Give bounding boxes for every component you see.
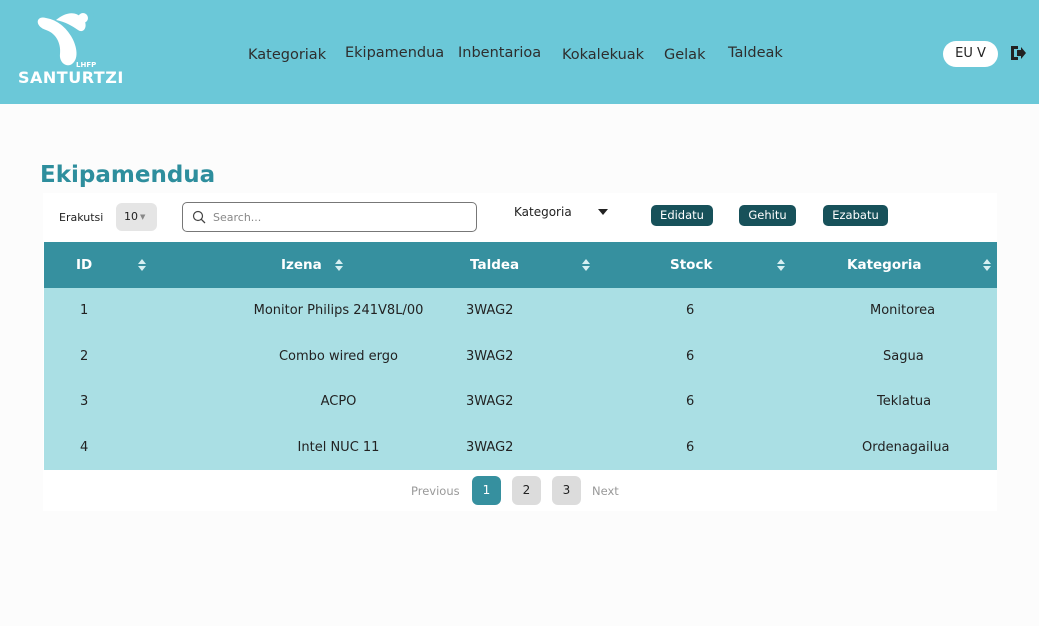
column-header-stock[interactable]: Stock <box>634 242 831 288</box>
caret-down-icon: ▼ <box>140 213 146 221</box>
column-label: ID <box>76 257 93 273</box>
sort-icon[interactable] <box>777 259 785 271</box>
sort-icon[interactable] <box>582 259 590 271</box>
search-box[interactable] <box>182 202 477 232</box>
cell-kategoria: Sagua <box>883 348 924 364</box>
edit-button[interactable]: Edidatu <box>651 205 713 226</box>
page-button-3[interactable]: 3 <box>552 476 581 505</box>
search-icon <box>192 210 206 224</box>
pagination-previous[interactable]: Previous <box>411 484 460 498</box>
logout-icon[interactable] <box>1009 44 1027 62</box>
cell-izena: Intel NUC 11 <box>297 439 380 455</box>
nav-item-kokalekuak[interactable]: Kokalekuak <box>562 47 644 63</box>
column-header-izena[interactable]: Izena <box>240 242 437 288</box>
nav-item-gelak[interactable]: Gelak <box>664 47 705 63</box>
header: LHFP SANTURTZI Kategoriak Ekipamendua In… <box>0 0 1039 104</box>
column-header-id[interactable]: ID <box>44 242 240 288</box>
pagination-next[interactable]: Next <box>592 484 619 498</box>
cell-taldea: 3WAG2 <box>466 348 514 364</box>
cell-kategoria: Monitorea <box>870 303 936 319</box>
cell-id: 4 <box>80 439 89 455</box>
show-entries-value: 10 <box>124 210 138 223</box>
equipment-table: ID Izena Taldea Stock Kategoria 1 Monito… <box>44 242 997 470</box>
table-row[interactable]: 2 Combo wired ergo 3WAG2 6 Sagua <box>44 333 997 379</box>
show-entries-label: Erakutsi <box>59 211 104 224</box>
cell-stock: 6 <box>686 303 695 319</box>
pagination: Previous 1 2 3 Next <box>0 476 1039 506</box>
cell-izena: Combo wired ergo <box>278 348 399 364</box>
column-label: Izena <box>281 257 322 273</box>
sort-icon[interactable] <box>983 259 991 271</box>
cell-stock: 6 <box>686 439 695 455</box>
nav-item-kategoriak[interactable]: Kategoriak <box>248 47 326 63</box>
cell-stock: 6 <box>686 348 695 364</box>
santurtzi-logo[interactable]: LHFP SANTURTZI <box>16 12 123 92</box>
sort-icon[interactable] <box>335 259 343 271</box>
cell-kategoria: Ordenagailua <box>862 439 950 455</box>
language-selector[interactable]: EU V <box>943 41 998 67</box>
page-button-1[interactable]: 1 <box>472 476 501 505</box>
nav-item-ekipamendua[interactable]: Ekipamendua <box>345 45 444 61</box>
logo-text: SANTURTZI <box>18 68 124 87</box>
nav-item-inbentarioa[interactable]: Inbentarioa <box>458 45 541 61</box>
table-row[interactable]: 3 ACPO 3WAG2 6 Teklatua <box>44 379 997 425</box>
column-label: Kategoria <box>847 257 922 273</box>
cell-taldea: 3WAG2 <box>466 394 514 410</box>
column-label: Taldea <box>470 257 520 273</box>
table-row[interactable]: 4 Intel NUC 11 3WAG2 6 Ordenagailua <box>44 424 997 470</box>
search-input[interactable] <box>213 208 463 226</box>
caret-down-icon <box>598 209 608 215</box>
column-header-taldea[interactable]: Taldea <box>437 242 634 288</box>
sort-icon[interactable] <box>138 259 146 271</box>
nav-item-taldeak[interactable]: Taldeak <box>728 45 783 61</box>
cell-kategoria: Teklatua <box>877 394 932 410</box>
delete-button[interactable]: Ezabatu <box>823 205 888 226</box>
cell-id: 2 <box>80 348 89 364</box>
cell-id: 3 <box>80 394 89 410</box>
cell-stock: 6 <box>686 394 695 410</box>
category-filter-label: Kategoria <box>514 205 572 219</box>
cell-izena: Monitor Philips 241V8L/00 <box>253 303 424 319</box>
add-button[interactable]: Gehitu <box>739 205 796 226</box>
cell-taldea: 3WAG2 <box>466 439 514 455</box>
cell-taldea: 3WAG2 <box>466 303 514 319</box>
santurtzi-logo-icon <box>37 12 94 66</box>
table-header-row: ID Izena Taldea Stock Kategoria <box>44 242 997 288</box>
column-header-kategoria[interactable]: Kategoria <box>831 242 997 288</box>
page-button-2[interactable]: 2 <box>512 476 541 505</box>
column-label: Stock <box>670 257 713 273</box>
show-entries-select[interactable]: 10 ▼ <box>116 203 157 231</box>
cell-izena: ACPO <box>320 394 357 410</box>
cell-id: 1 <box>80 303 89 319</box>
category-filter-dropdown[interactable]: Kategoria <box>514 205 610 223</box>
table-row[interactable]: 1 Monitor Philips 241V8L/00 3WAG2 6 Moni… <box>44 288 997 334</box>
page-title: Ekipamendua <box>40 162 216 188</box>
